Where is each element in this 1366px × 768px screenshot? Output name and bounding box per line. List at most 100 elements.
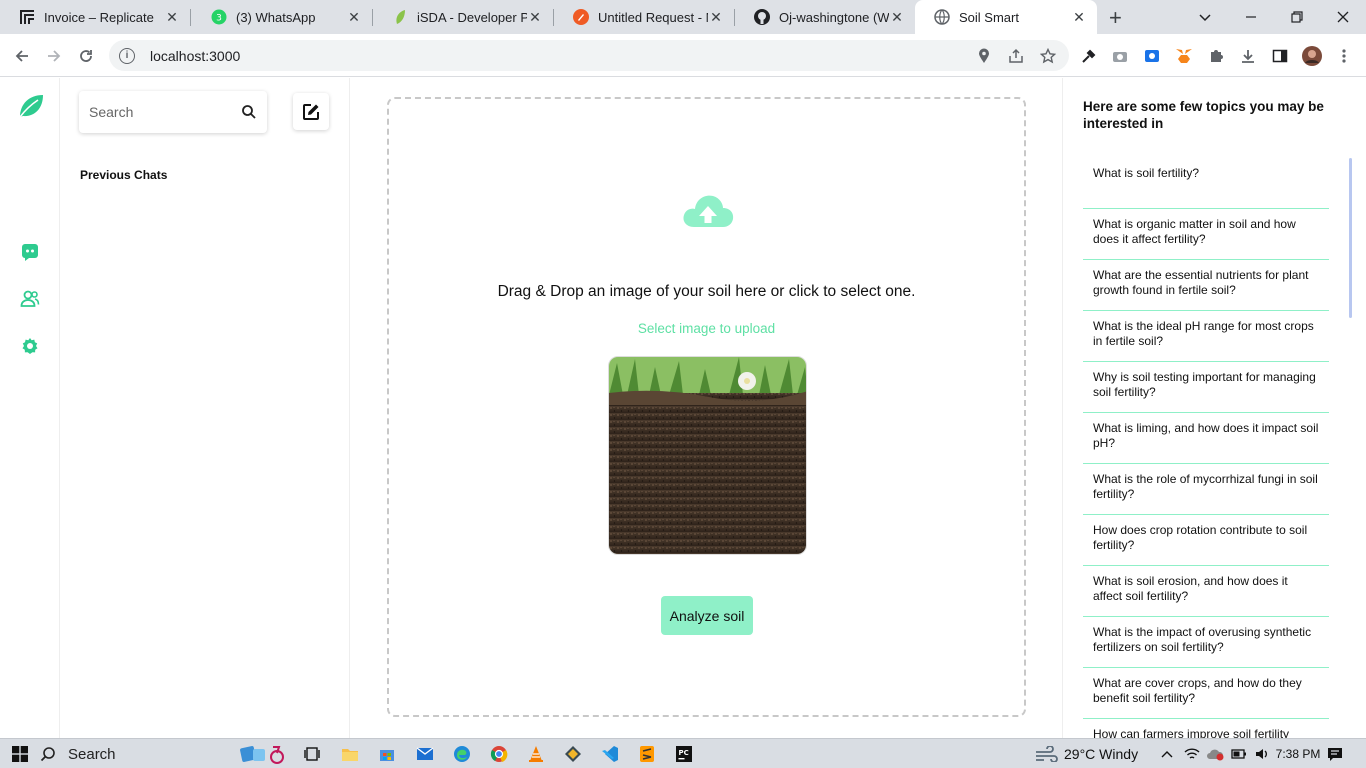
forward-button[interactable] [42, 44, 66, 68]
tab-github[interactable]: Oj-washingtone (Was ✕ [735, 0, 915, 34]
analyze-soil-button[interactable]: Analyze soil [661, 596, 753, 635]
camera-icon[interactable] [1110, 46, 1130, 66]
cloud-upload-icon [683, 195, 734, 227]
chevron-down-icon [1199, 14, 1211, 22]
task-view-icon[interactable] [302, 744, 322, 764]
tab-postman[interactable]: Untitled Request - M ✕ [554, 0, 734, 34]
close-icon[interactable]: ✕ [527, 9, 543, 26]
search-icon[interactable] [241, 104, 257, 120]
image-dropzone[interactable]: Drag & Drop an image of your soil here o… [387, 97, 1026, 717]
settings-gear-icon[interactable] [20, 336, 40, 356]
previous-chats-heading: Previous Chats [80, 168, 168, 182]
eyedropper-icon[interactable] [1079, 46, 1099, 66]
topic-item[interactable]: What is the ideal pH range for most crop… [1083, 311, 1329, 362]
tab-whatsapp[interactable]: 3 (3) WhatsApp ✕ [192, 0, 372, 34]
screen-recorder-icon[interactable] [1142, 46, 1162, 66]
taskbar-search[interactable]: Search [40, 739, 116, 768]
weather-windy-icon[interactable] [1032, 744, 1060, 764]
vscode-icon[interactable] [600, 744, 620, 764]
leaf-logo-icon[interactable] [17, 92, 45, 120]
tab-isda[interactable]: iSDA - Developer Por ✕ [373, 0, 553, 34]
back-button[interactable] [10, 44, 34, 68]
file-explorer-icon[interactable] [340, 744, 360, 764]
search-highlight-icon[interactable] [238, 744, 288, 764]
topic-item[interactable]: What are the essential nutrients for pla… [1083, 260, 1329, 311]
select-image-link[interactable]: Select image to upload [389, 321, 1024, 336]
tab-title: Invoice – Replicate [44, 9, 154, 25]
clock-time[interactable]: 7:38 PM [1275, 744, 1321, 764]
tab-soil-smart[interactable]: Soil Smart ✕ [915, 0, 1097, 34]
restore-button[interactable] [1274, 0, 1320, 34]
svg-text:PC: PC [679, 749, 689, 757]
tab-title: (3) WhatsApp [236, 9, 316, 25]
bookmark-star-icon[interactable] [1039, 47, 1057, 65]
windows-start-button[interactable] [10, 744, 30, 764]
topic-item[interactable]: What is soil erosion, and how does it af… [1083, 566, 1329, 617]
close-icon[interactable]: ✕ [889, 9, 905, 26]
chevron-up-icon[interactable] [1158, 744, 1176, 764]
close-icon[interactable]: ✕ [708, 9, 724, 26]
users-icon[interactable] [20, 289, 40, 309]
tab-invoice[interactable]: Invoice – Replicate ✕ [0, 0, 190, 34]
topic-item[interactable]: What is soil fertility? [1083, 158, 1329, 209]
vlc-icon[interactable] [526, 744, 546, 764]
git-kraken-icon[interactable] [563, 744, 583, 764]
close-icon[interactable]: ✕ [164, 9, 180, 26]
close-icon[interactable]: ✕ [346, 9, 362, 26]
topic-item[interactable]: How can farmers improve soil fertility t… [1083, 719, 1329, 738]
wifi-icon[interactable] [1183, 744, 1201, 764]
side-panel-icon[interactable] [1270, 46, 1290, 66]
location-icon[interactable] [975, 47, 993, 65]
topics-scrollbar[interactable] [1349, 158, 1352, 318]
windows-logo-icon [12, 746, 28, 762]
notifications-icon[interactable] [1325, 744, 1345, 764]
reload-button[interactable] [74, 44, 98, 68]
arrow-left-icon [15, 50, 28, 62]
tab-search-button[interactable] [1182, 0, 1228, 34]
browser-toolbar: i localhost:3000 [0, 34, 1366, 77]
new-chat-button[interactable] [293, 93, 329, 130]
windows-taskbar: Search PC 29°C Windy 7:38 PM [0, 738, 1366, 768]
topic-item[interactable]: What is organic matter in soil and how d… [1083, 209, 1329, 260]
topic-item[interactable]: What is liming, and how does it impact s… [1083, 413, 1329, 464]
address-bar[interactable]: i localhost:3000 [109, 40, 1069, 71]
share-icon[interactable] [1007, 47, 1025, 65]
puzzle-extensions-icon[interactable] [1206, 46, 1226, 66]
chat-icon[interactable] [20, 242, 40, 262]
cloud-sync-icon[interactable] [1205, 744, 1225, 764]
svg-text:3: 3 [216, 14, 222, 24]
kebab-menu-icon[interactable] [1334, 46, 1354, 66]
microsoft-store-icon[interactable] [377, 744, 397, 764]
metamask-fox-icon[interactable] [1174, 46, 1194, 66]
mail-icon[interactable] [415, 744, 435, 764]
search-box[interactable] [79, 91, 267, 133]
weather-text[interactable]: 29°C Windy [1064, 744, 1156, 764]
close-icon[interactable]: ✕ [1071, 9, 1087, 26]
edge-browser-icon[interactable] [452, 744, 472, 764]
pycharm-icon[interactable]: PC [674, 744, 694, 764]
battery-icon[interactable] [1230, 744, 1248, 764]
topic-item[interactable]: What is the role of mycorrhizal fungi in… [1083, 464, 1329, 515]
github-icon [753, 8, 771, 26]
topic-item[interactable]: What is the impact of overusing syntheti… [1083, 617, 1329, 668]
tab-title: iSDA - Developer Por [417, 9, 527, 25]
chrome-icon[interactable] [489, 744, 509, 764]
soil-smart-app: Previous Chats Drag & Drop an image of y… [0, 78, 1366, 738]
topic-item[interactable]: What are cover crops, and how do they be… [1083, 668, 1329, 719]
topic-item[interactable]: Why is soil testing important for managi… [1083, 362, 1329, 413]
globe-icon [933, 8, 951, 26]
sublime-text-icon[interactable] [637, 744, 657, 764]
url-text[interactable]: localhost:3000 [150, 48, 240, 64]
main-content: Drag & Drop an image of your soil here o… [350, 78, 1062, 738]
volume-icon[interactable] [1252, 744, 1272, 764]
search-input[interactable] [89, 104, 229, 120]
close-window-button[interactable] [1320, 0, 1366, 34]
download-icon[interactable] [1238, 46, 1258, 66]
minimize-button[interactable] [1228, 0, 1274, 34]
new-tab-button[interactable]: + [1109, 5, 1122, 31]
info-icon[interactable]: i [119, 47, 135, 64]
tab-separator [190, 9, 191, 26]
topic-item[interactable]: How does crop rotation contribute to soi… [1083, 515, 1329, 566]
topics-list: What is soil fertility? What is organic … [1083, 158, 1329, 738]
profile-avatar[interactable] [1302, 46, 1322, 66]
